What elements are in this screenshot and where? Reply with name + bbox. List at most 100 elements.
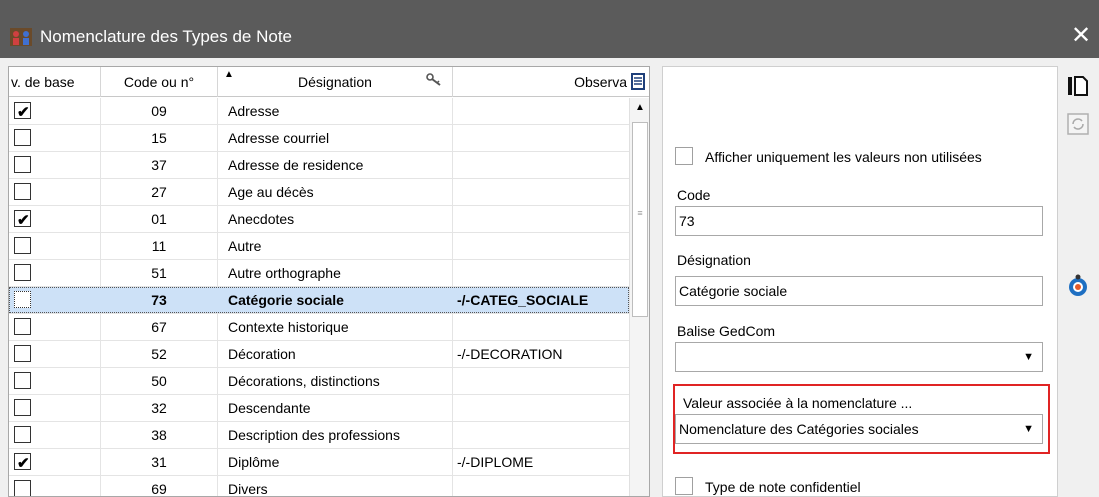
base-checkbox[interactable] bbox=[14, 183, 31, 200]
base-checkbox[interactable]: ✔ bbox=[14, 210, 31, 229]
observation-cell bbox=[453, 206, 629, 232]
code-cell: 69 bbox=[101, 476, 218, 496]
base-checkbox[interactable] bbox=[14, 345, 31, 362]
table-body: ✔ 09 Adresse 15 Adresse courriel 37 Adresse de… bbox=[9, 98, 629, 496]
table-row[interactable]: ✔ 31 Diplôme -/-DIPLOME bbox=[9, 449, 629, 476]
code-cell: 11 bbox=[101, 233, 218, 259]
designation-cell: Décoration bbox=[218, 341, 453, 367]
designation-cell: Contexte historique bbox=[218, 314, 453, 340]
close-icon[interactable]: ✕ bbox=[1066, 21, 1096, 51]
observation-cell bbox=[453, 314, 629, 340]
code-cell: 67 bbox=[101, 314, 218, 340]
table-row[interactable]: 11 Autre bbox=[9, 233, 629, 260]
observation-cell bbox=[453, 98, 629, 124]
column-header-designation[interactable]: ▲ Désignation bbox=[218, 67, 453, 97]
base-cell bbox=[9, 287, 101, 313]
table-row[interactable]: ✔ 01 Anecdotes bbox=[9, 206, 629, 233]
table-row[interactable]: 15 Adresse courriel bbox=[9, 125, 629, 152]
code-cell: 38 bbox=[101, 422, 218, 448]
designation-field[interactable]: Catégorie sociale bbox=[675, 276, 1043, 306]
table-row[interactable]: ✔ 09 Adresse bbox=[9, 98, 629, 125]
code-cell: 73 bbox=[101, 287, 218, 313]
gedcom-select[interactable]: ▼ bbox=[675, 342, 1043, 372]
vertical-scrollbar[interactable]: ▲ ≡ bbox=[629, 98, 649, 496]
code-cell: 09 bbox=[101, 98, 218, 124]
observation-cell bbox=[453, 152, 629, 178]
search-icon[interactable] bbox=[426, 73, 442, 87]
code-cell: 50 bbox=[101, 368, 218, 394]
code-cell: 31 bbox=[101, 449, 218, 475]
details-panel: Afficher uniquement les valeurs non util… bbox=[662, 66, 1058, 497]
observation-cell bbox=[453, 395, 629, 421]
base-checkbox[interactable] bbox=[14, 129, 31, 146]
base-checkbox[interactable] bbox=[14, 264, 31, 281]
table-row[interactable]: 38 Description des professions bbox=[9, 422, 629, 449]
table-row[interactable]: 51 Autre orthographe bbox=[9, 260, 629, 287]
check-icon: ✔ bbox=[17, 212, 30, 229]
linked-nomenclature-icon[interactable] bbox=[1066, 274, 1090, 298]
designation-cell: Catégorie sociale bbox=[218, 287, 453, 313]
sort-ascending-icon: ▲ bbox=[224, 69, 234, 80]
designation-cell: Description des professions bbox=[218, 422, 453, 448]
table-row[interactable]: 27 Age au décès bbox=[9, 179, 629, 206]
code-cell: 27 bbox=[101, 179, 218, 205]
table-row[interactable]: 73 Catégorie sociale -/-CATEG_SOCIALE bbox=[9, 287, 629, 314]
unused-only-checkbox[interactable] bbox=[675, 147, 693, 165]
base-cell bbox=[9, 179, 101, 205]
scroll-up-icon[interactable]: ▲ bbox=[630, 98, 649, 118]
chevron-down-icon: ▼ bbox=[1023, 423, 1034, 435]
confidential-checkbox[interactable] bbox=[675, 477, 693, 495]
base-cell bbox=[9, 395, 101, 421]
code-cell: 01 bbox=[101, 206, 218, 232]
table-row[interactable]: 69 Divers bbox=[9, 476, 629, 496]
base-cell bbox=[9, 314, 101, 340]
base-checkbox[interactable] bbox=[14, 426, 31, 443]
table-row[interactable]: 37 Adresse de residence bbox=[9, 152, 629, 179]
column-header-base[interactable]: v. de base bbox=[9, 67, 101, 97]
column-header-code[interactable]: Code ou n° bbox=[101, 67, 218, 97]
observation-cell bbox=[453, 260, 629, 286]
base-checkbox[interactable] bbox=[14, 399, 31, 416]
scrollbar-thumb[interactable]: ≡ bbox=[632, 122, 648, 317]
unused-only-label: Afficher uniquement les valeurs non util… bbox=[705, 149, 982, 165]
column-chooser-icon[interactable] bbox=[631, 73, 645, 90]
code-cell: 32 bbox=[101, 395, 218, 421]
base-checkbox[interactable] bbox=[14, 480, 31, 496]
observation-cell: -/-CATEG_SOCIALE bbox=[457, 292, 589, 308]
table-row[interactable]: 32 Descendante bbox=[9, 395, 629, 422]
base-checkbox[interactable] bbox=[14, 372, 31, 389]
table-row[interactable]: 50 Décorations, distinctions bbox=[9, 368, 629, 395]
refresh-icon[interactable] bbox=[1066, 112, 1090, 136]
code-field[interactable]: 73 bbox=[675, 206, 1043, 236]
check-icon: ✔ bbox=[17, 455, 30, 472]
base-checkbox[interactable] bbox=[14, 237, 31, 254]
column-header-designation-label: Désignation bbox=[298, 74, 372, 90]
app-icon bbox=[10, 28, 32, 46]
column-header-observation[interactable]: Observa bbox=[453, 67, 649, 97]
base-checkbox[interactable]: ✔ bbox=[14, 453, 31, 472]
designation-cell: Décorations, distinctions bbox=[218, 368, 453, 394]
observation-cell bbox=[453, 233, 629, 259]
designation-cell: Diplôme bbox=[218, 449, 453, 475]
base-checkbox[interactable]: ✔ bbox=[14, 102, 31, 121]
base-cell bbox=[9, 125, 101, 151]
associated-nomenclature-select[interactable]: Nomenclature des Catégories sociales ▼ bbox=[675, 414, 1043, 444]
base-checkbox[interactable] bbox=[14, 318, 31, 335]
observation-cell bbox=[453, 368, 629, 394]
table-row[interactable]: 67 Contexte historique bbox=[9, 314, 629, 341]
table-row[interactable]: 52 Décoration -/-DECORATION bbox=[9, 341, 629, 368]
base-cell bbox=[9, 233, 101, 259]
code-cell: 37 bbox=[101, 152, 218, 178]
new-document-icon[interactable] bbox=[1066, 74, 1090, 98]
base-checkbox[interactable] bbox=[14, 291, 31, 308]
designation-cell: Adresse courriel bbox=[218, 125, 453, 151]
code-cell: 15 bbox=[101, 125, 218, 151]
base-cell: ✔ bbox=[9, 98, 101, 124]
base-checkbox[interactable] bbox=[14, 156, 31, 173]
designation-cell: Autre orthographe bbox=[218, 260, 453, 286]
designation-cell: Descendante bbox=[218, 395, 453, 421]
associated-nomenclature-label: Valeur associée à la nomenclature ... bbox=[683, 395, 913, 411]
base-cell bbox=[9, 422, 101, 448]
designation-cell: Adresse de residence bbox=[218, 152, 453, 178]
note-types-table: v. de base Code ou n° ▲ Désignation Obse… bbox=[8, 66, 650, 497]
